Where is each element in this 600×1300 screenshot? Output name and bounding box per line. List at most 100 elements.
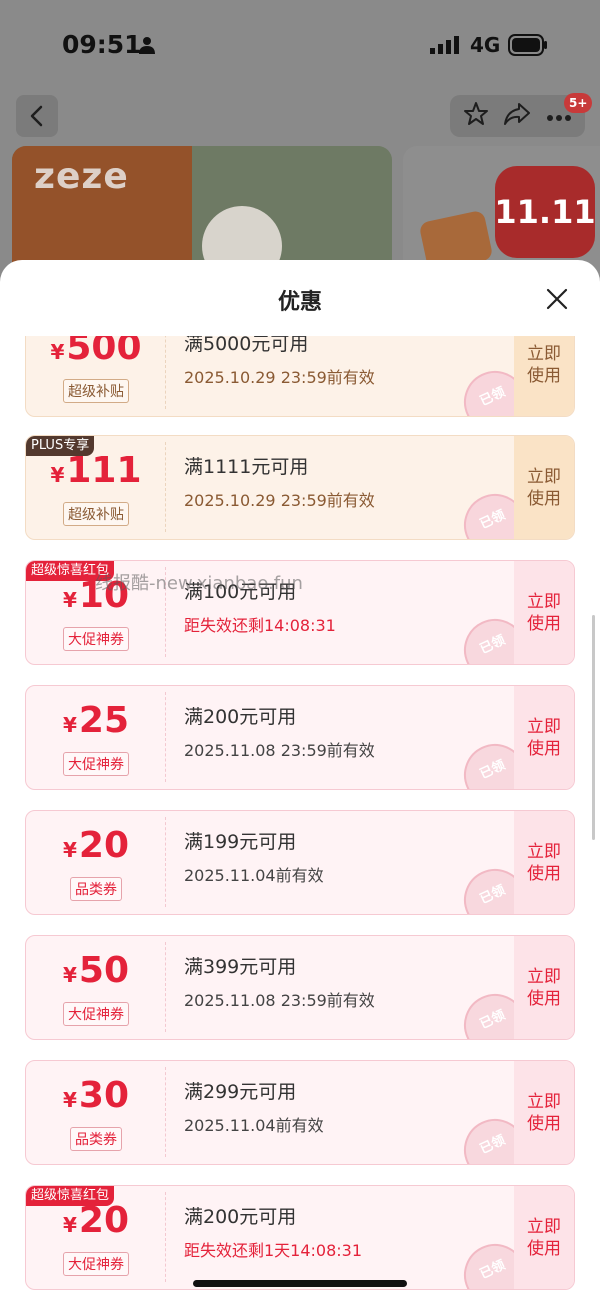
- brand-logo: zeze: [34, 156, 129, 197]
- more-icon: [546, 114, 571, 121]
- use-now-button[interactable]: 立即 使用: [514, 686, 574, 789]
- coupon-amount: ¥500: [26, 336, 166, 368]
- corner-badge: 超级惊喜红包: [26, 1186, 115, 1206]
- amount-value: 500: [66, 336, 142, 368]
- currency-symbol: ¥: [62, 1088, 77, 1112]
- coupon-type-tag: 大促神券: [63, 1252, 129, 1276]
- share-icon: [504, 103, 531, 125]
- coupon-condition: 满199元可用: [184, 831, 297, 853]
- dashed-divider: [165, 442, 166, 532]
- coupon-card[interactable]: ¥25 大促神券 满200元可用 2025.11.08 23:59前有效 已领 立即 使用: [25, 685, 575, 790]
- share-button[interactable]: [503, 101, 531, 131]
- amount-value: 30: [78, 1075, 130, 1116]
- dashed-divider: [165, 336, 166, 409]
- coupon-condition: 满1111元可用: [184, 456, 309, 478]
- coupon-expiry: 2025.11.08 23:59前有效: [184, 991, 375, 1010]
- notification-badge: 5+: [564, 93, 593, 113]
- coupon-amount: ¥111: [26, 450, 166, 491]
- coupon-value-section: ¥500 超级补贴: [26, 336, 166, 416]
- use-now-button[interactable]: 立即 使用: [514, 811, 574, 914]
- currency-symbol: ¥: [62, 713, 77, 737]
- amount-value: 111: [66, 450, 142, 491]
- amount-value: 50: [78, 950, 130, 991]
- coupon-type-tag: 品类券: [70, 877, 122, 901]
- background-page: 09:51 4G 5+ zeze 11.11: [0, 0, 600, 300]
- close-icon: [546, 288, 568, 310]
- currency-symbol: ¥: [62, 838, 77, 862]
- use-now-button[interactable]: 立即 使用: [514, 1061, 574, 1164]
- coupon-value-section: ¥50 大促神券: [26, 936, 166, 1039]
- currency-symbol: ¥: [62, 588, 77, 612]
- use-now-button[interactable]: 立即 使用: [514, 561, 574, 664]
- coupon-value-section: ¥25 大促神券: [26, 686, 166, 789]
- coupon-expiry: 2025.10.29 23:59前有效: [184, 368, 375, 387]
- coupon-condition: 满5000元可用: [184, 336, 309, 355]
- coupon-sheet: 优惠 ¥500 超级补贴 满5000元可用 2025.10.29 23:59前有效 已领…: [0, 260, 600, 1300]
- dashed-divider: [165, 942, 166, 1032]
- coupon-expiry: 2025.11.04前有效: [184, 866, 324, 885]
- signal-icon: [430, 36, 459, 54]
- currency-symbol: ¥: [50, 340, 65, 364]
- currency-symbol: ¥: [62, 963, 77, 987]
- coupon-expiry: 2025.11.04前有效: [184, 1116, 324, 1135]
- coupon-condition: 满200元可用: [184, 1206, 297, 1228]
- coupon-expiry: 2025.10.29 23:59前有效: [184, 491, 375, 510]
- watermark-text: 线报酷-new.xianbao.fun: [95, 573, 303, 594]
- battery-icon: [508, 34, 547, 56]
- close-button[interactable]: [540, 282, 574, 316]
- use-now-button[interactable]: 立即 使用: [514, 336, 574, 416]
- amount-value: 25: [78, 700, 130, 741]
- coupon-condition: 满200元可用: [184, 706, 297, 728]
- currency-symbol: ¥: [62, 1213, 77, 1237]
- coupon-value-section: ¥20 品类券: [26, 811, 166, 914]
- person-icon: [139, 37, 155, 54]
- coupon-card[interactable]: ¥500 超级补贴 满5000元可用 2025.10.29 23:59前有效 已领 立即使…: [25, 336, 575, 417]
- network-label: 4G: [470, 33, 501, 57]
- coupon-card[interactable]: ¥111 超级补贴 PLUS专享满1111元可用 2025.10.29 23:59前有…: [25, 435, 575, 540]
- corner-badge: PLUS专享: [26, 436, 95, 456]
- amount-value: 20: [78, 1200, 130, 1241]
- status-time: 09:51: [62, 30, 142, 59]
- coupon-expiry: 距失效还剩14:08:31: [184, 616, 336, 635]
- coupon-amount: ¥25: [26, 700, 166, 741]
- coupon-card[interactable]: ¥50 大促神券 满399元可用 2025.11.08 23:59前有效 已领 立即 使用: [25, 935, 575, 1040]
- coupon-amount: ¥50: [26, 950, 166, 991]
- use-now-button[interactable]: 立即 使用: [514, 1186, 574, 1289]
- coupon-list[interactable]: ¥500 超级补贴 满5000元可用 2025.10.29 23:59前有效 已领 立即使…: [0, 336, 600, 1300]
- coupon-card[interactable]: ¥20 大促神券 超级惊喜红包 满200元可用 距失效还剩1天14:08:31 已领 立即使…: [25, 1185, 575, 1290]
- use-now-button[interactable]: 立即 使用: [514, 436, 574, 539]
- coupon-card[interactable]: ¥20 品类券 满199元可用 2025.11.04前有效 已领 立即 使用: [25, 810, 575, 915]
- dashed-divider: [165, 1192, 166, 1282]
- back-button[interactable]: [16, 95, 58, 137]
- currency-symbol: ¥: [50, 463, 65, 487]
- coupon-condition: 满299元可用: [184, 1081, 297, 1103]
- coupon-type-tag: 超级补贴: [63, 379, 129, 403]
- coupon-type-tag: 大促神券: [63, 1002, 129, 1026]
- coupon-amount: ¥30: [26, 1075, 166, 1116]
- coupon-expiry: 距失效还剩1天14:08:31: [184, 1241, 363, 1260]
- coupon-amount: ¥20: [26, 1200, 166, 1241]
- coupon-type-tag: 超级补贴: [63, 502, 129, 526]
- coupon-card[interactable]: ¥30 品类券 满299元可用 2025.11.04前有效 已领 立即 使用: [25, 1060, 575, 1165]
- dashed-divider: [165, 1067, 166, 1157]
- sheet-header: 优惠: [0, 260, 600, 336]
- double-eleven-logo: 11.11: [494, 166, 596, 258]
- back-icon: [30, 105, 43, 127]
- status-bar: 09:51 4G: [0, 0, 600, 90]
- dashed-divider: [165, 692, 166, 782]
- dashed-divider: [165, 817, 166, 907]
- coupon-type-tag: 品类券: [70, 1127, 122, 1151]
- scrollbar[interactable]: [592, 615, 595, 840]
- coupon-value-section: ¥30 品类券: [26, 1061, 166, 1164]
- sheet-title: 优惠: [277, 290, 322, 315]
- coupon-type-tag: 大促神券: [63, 752, 129, 776]
- coupon-condition: 满399元可用: [184, 956, 297, 978]
- use-now-button[interactable]: 立即 使用: [514, 936, 574, 1039]
- favorite-button[interactable]: [463, 101, 489, 131]
- coupon-amount: ¥20: [26, 825, 166, 866]
- coupon-type-tag: 大促神券: [63, 627, 129, 651]
- star-icon: [464, 102, 489, 125]
- amount-value: 20: [78, 825, 130, 866]
- home-indicator: [193, 1280, 407, 1287]
- coupon-expiry: 2025.11.08 23:59前有效: [184, 741, 375, 760]
